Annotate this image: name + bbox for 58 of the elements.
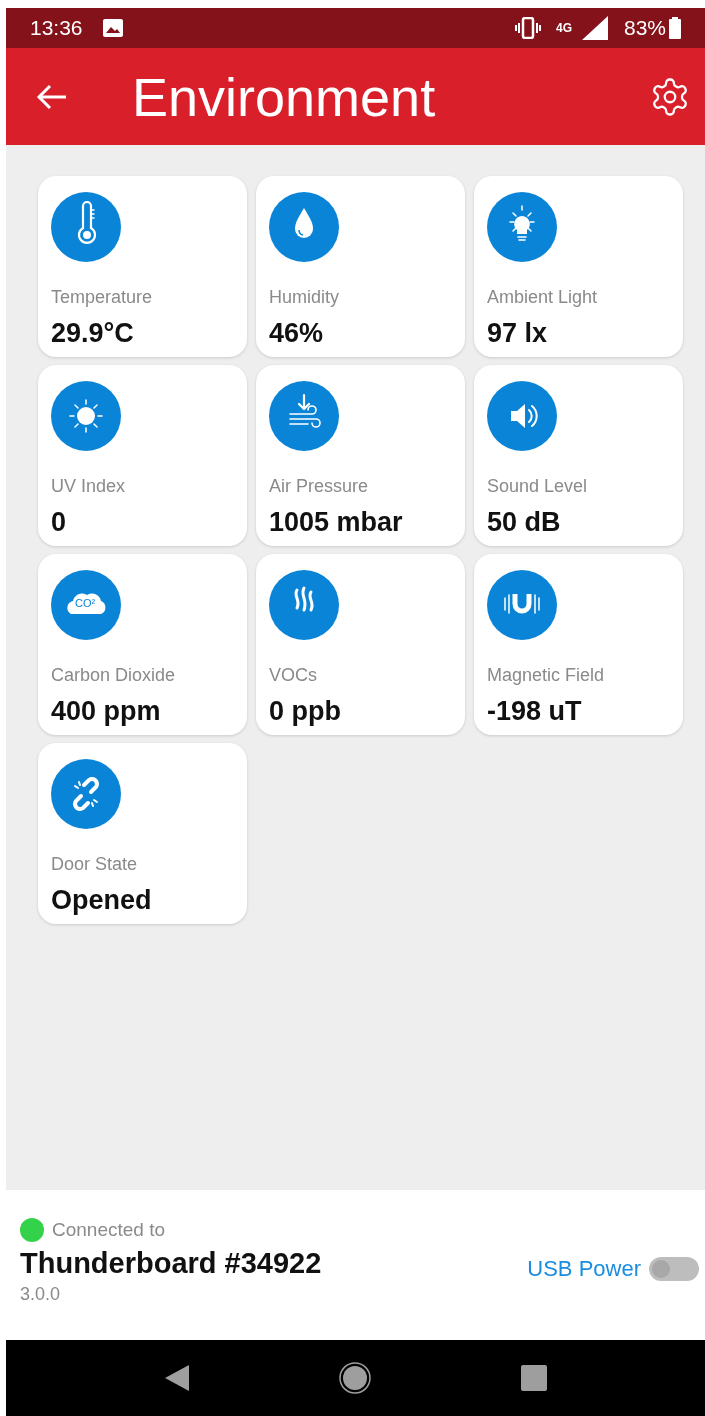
pressure-icon [269,381,339,451]
sensor-card[interactable]: Magnetic Field -198 uT [474,554,683,735]
sensor-label: Magnetic Field [487,664,606,687]
cloud-icon [51,570,121,640]
sun-icon [51,381,121,451]
back-arrow-icon[interactable] [36,82,68,111]
firmware-version: 3.0.0 [20,1282,62,1306]
sensor-card[interactable]: Humidity 46% [256,176,465,357]
sensor-card[interactable]: Door State Opened [38,743,247,924]
connection-caption: Connected to [52,1218,166,1242]
sensor-label: UV Index [51,475,127,498]
speaker-icon [487,381,557,451]
sensor-value: Opened [51,884,153,916]
sensor-label: Ambient Light [487,286,599,309]
steam-icon [269,570,339,640]
drop-icon [269,192,339,262]
sensor-value: 0 [51,506,68,538]
battery-icon [669,17,681,39]
sensor-value: 1005 mbar [269,506,404,538]
network-type: 4G [555,22,572,34]
link-icon [51,759,121,829]
power-toggle[interactable] [649,1256,699,1281]
sensor-card[interactable]: Temperature 29.9°C [38,176,247,357]
image-icon [102,19,123,37]
sensor-value: -198 uT [487,695,583,727]
icon-text: CO² [75,598,96,609]
sensor-label: Humidity [269,286,340,309]
magnet-icon [487,570,557,640]
bulb-icon [487,192,557,262]
sensor-value: 400 ppm [51,695,162,727]
home-nav-icon[interactable] [338,1362,371,1394]
device-name: Thunderboard #34922 [20,1245,322,1281]
sensor-card[interactable]: Ambient Light 97 lx [474,176,683,357]
sensor-value: 0 ppb [269,695,342,727]
battery-percent: 83% [623,15,666,42]
status-time: 13:36 [30,15,83,42]
power-label: USB Power [527,1255,641,1283]
sensor-label: Door State [51,853,139,876]
sensor-card[interactable]: UV Index 0 [38,365,247,546]
sensor-label: VOCs [269,664,318,687]
sensor-label: Carbon Dioxide [51,664,177,687]
sensor-label: Air Pressure [269,475,370,498]
signal-icon [581,16,608,40]
sensor-value: 97 lx [487,317,549,349]
thermometer-icon [51,192,121,262]
sensor-value: 50 dB [487,506,562,538]
vibrate-icon [513,17,542,39]
sensor-value: 29.9°C [51,317,135,349]
sensor-card[interactable]: Air Pressure 1005 mbar [256,365,465,546]
sensor-card[interactable]: Sound Level 50 dB [474,365,683,546]
back-nav-icon[interactable] [164,1365,189,1391]
screen-title: Environment [132,69,436,124]
sensor-card[interactable]: VOCs 0 ppb [256,554,465,735]
sensor-label: Sound Level [487,475,589,498]
sensor-card[interactable]: CO² Carbon Dioxide 400 ppm [38,554,247,735]
sensor-value: 46% [269,317,325,349]
recents-nav-icon[interactable] [520,1365,547,1391]
sensor-label: Temperature [51,286,154,309]
